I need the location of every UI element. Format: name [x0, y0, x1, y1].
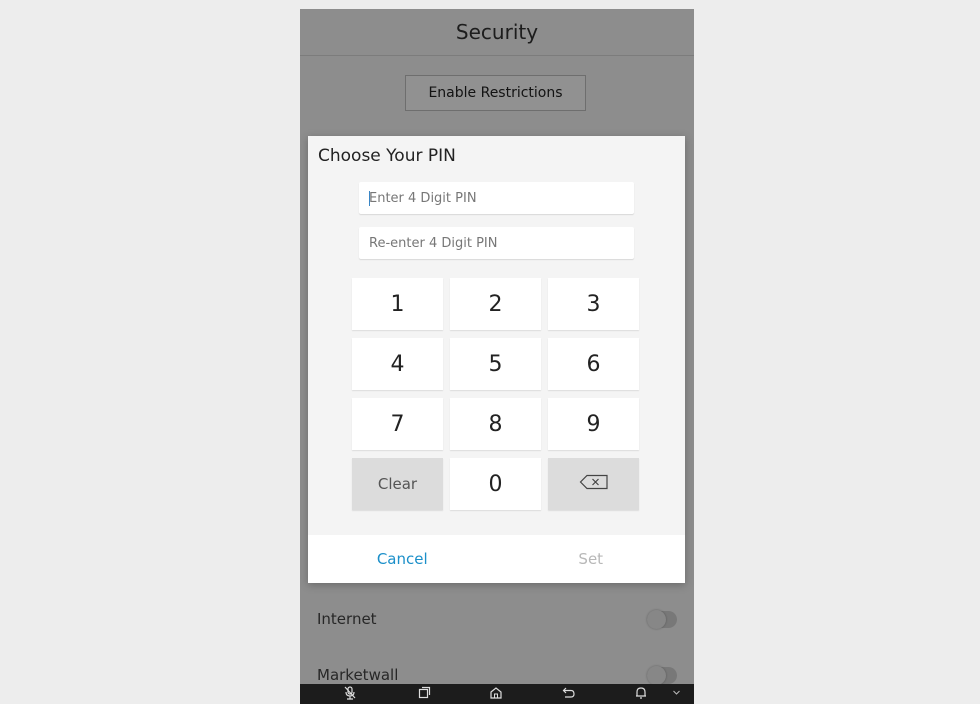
pin-input[interactable]: Enter 4 Digit PIN: [359, 182, 634, 214]
clear-key[interactable]: Clear: [352, 458, 443, 510]
set-button[interactable]: Set: [497, 535, 686, 583]
numeric-keypad: 1 2 3 4 5 6 7 8 9 Clear 0: [352, 278, 640, 510]
cancel-button[interactable]: Cancel: [308, 535, 497, 583]
choose-pin-dialog: Choose Your PIN Enter 4 Digit PIN Re-ent…: [308, 136, 685, 583]
key-6[interactable]: 6: [548, 338, 639, 390]
reenter-pin-placeholder: Re-enter 4 Digit PIN: [369, 235, 498, 251]
key-0[interactable]: 0: [450, 458, 541, 510]
text-caret: [369, 190, 370, 206]
reenter-pin-input[interactable]: Re-enter 4 Digit PIN: [359, 227, 634, 259]
key-5[interactable]: 5: [450, 338, 541, 390]
backspace-icon: [579, 474, 609, 494]
key-2[interactable]: 2: [450, 278, 541, 330]
home-icon[interactable]: [489, 686, 503, 704]
key-4[interactable]: 4: [352, 338, 443, 390]
system-nav-bar: [300, 684, 694, 704]
recent-apps-icon[interactable]: [418, 686, 431, 704]
pin-input-placeholder: Enter 4 Digit PIN: [369, 190, 477, 206]
key-7[interactable]: 7: [352, 398, 443, 450]
back-icon[interactable]: [562, 686, 576, 704]
dialog-title: Choose Your PIN: [318, 146, 456, 166]
mic-icon[interactable]: [344, 686, 356, 704]
key-9[interactable]: 9: [548, 398, 639, 450]
chevron-down-icon[interactable]: [672, 686, 681, 702]
dialog-footer: Cancel Set: [308, 535, 685, 583]
phone-screen: Security Enable Restrictions Internet Ma…: [300, 9, 694, 704]
bell-icon[interactable]: [635, 686, 647, 704]
key-8[interactable]: 8: [450, 398, 541, 450]
key-3[interactable]: 3: [548, 278, 639, 330]
backspace-key[interactable]: [548, 458, 639, 510]
key-1[interactable]: 1: [352, 278, 443, 330]
